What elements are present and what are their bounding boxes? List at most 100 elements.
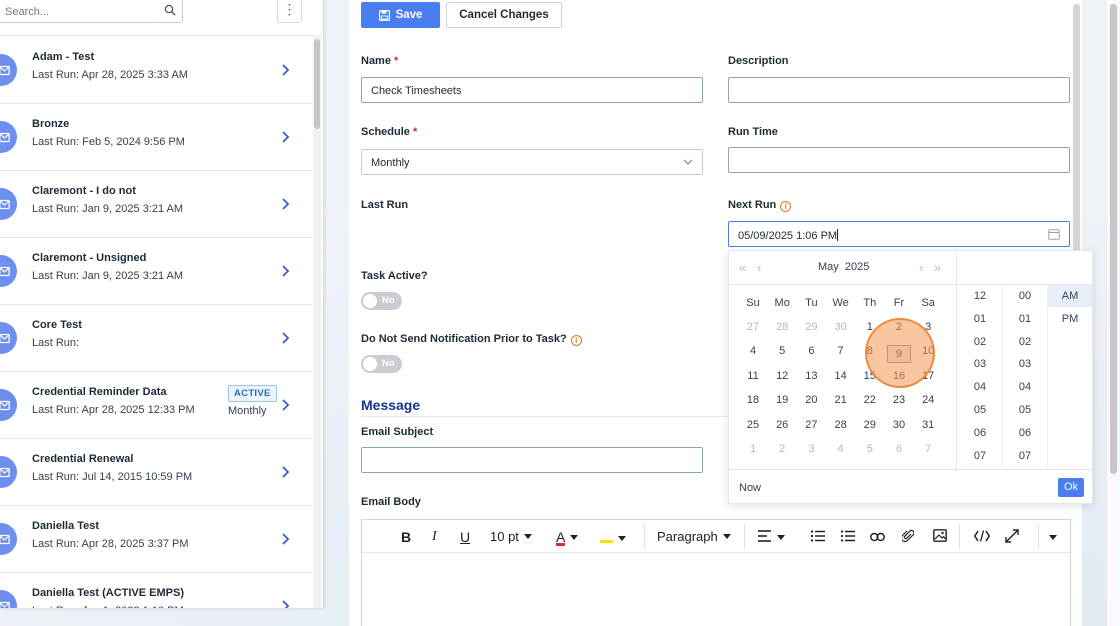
font-size-dropdown[interactable]: 10 pt [490, 529, 532, 544]
minute-option[interactable]: 03 [1003, 358, 1047, 370]
run-time-field[interactable] [728, 147, 1070, 173]
minute-option[interactable]: 00 [1003, 290, 1047, 302]
info-icon[interactable]: i [570, 335, 582, 346]
numbered-list-button[interactable] [811, 529, 825, 545]
list-item[interactable]: Daniella Test Last Run: Apr 28, 2025 3:37… [0, 506, 312, 573]
calendar-day[interactable]: 6 [799, 345, 823, 357]
list-scrollbar[interactable] [313, 37, 321, 608]
hour-option[interactable]: 05 [958, 404, 1002, 416]
search-input[interactable] [0, 0, 158, 23]
list-item[interactable]: Claremont - Unsigned Last Run: Jan 9, 202… [0, 238, 312, 305]
calendar-day[interactable]: 19 [770, 394, 794, 406]
hour-option[interactable]: 12 [958, 290, 1002, 302]
cancel-changes-button[interactable]: Cancel Changes [446, 2, 562, 28]
ampm-option[interactable]: PM [1048, 313, 1092, 325]
info-icon[interactable]: i [780, 201, 792, 212]
calendar-day[interactable]: 26 [770, 419, 794, 431]
calendar-day[interactable]: 28 [770, 321, 794, 333]
link-button[interactable] [870, 529, 885, 545]
calendar-day[interactable]: 29 [858, 419, 882, 431]
bullet-list-button[interactable] [840, 529, 855, 545]
fullscreen-button[interactable] [1005, 529, 1019, 546]
calendar-day[interactable]: 25 [741, 419, 765, 431]
highlight-color-button[interactable] [600, 529, 626, 546]
font-color-button[interactable]: A [556, 529, 579, 546]
list-item[interactable]: Claremont - I do not Last Run: Jan 9, 202… [0, 171, 312, 238]
schedule-select[interactable]: Monthly [361, 149, 703, 175]
month-year-label[interactable]: May 2025 [818, 261, 869, 273]
calendar-day[interactable]: 27 [799, 419, 823, 431]
hour-option[interactable]: 01 [958, 313, 1002, 325]
hour-option[interactable]: 02 [958, 336, 1002, 348]
calendar-day[interactable]: 21 [829, 394, 853, 406]
calendar-day[interactable]: 7 [916, 443, 940, 455]
list-item[interactable]: Daniella Test (ACTIVE EMPS) Last Run: Jun… [0, 573, 312, 608]
minute-option[interactable]: 07 [1003, 450, 1047, 462]
bold-button[interactable]: B [401, 529, 411, 545]
align-dropdown[interactable] [758, 529, 785, 545]
email-body-editor[interactable]: B I U 10 pt A Paragraph [361, 519, 1071, 626]
list-item[interactable]: Bronze Last Run: Feb 5, 2024 9:56 PM [0, 104, 312, 171]
minute-option[interactable]: 05 [1003, 404, 1047, 416]
calendar-day[interactable]: 2 [770, 443, 794, 455]
calendar-day[interactable]: 29 [799, 321, 823, 333]
hour-option[interactable]: 07 [958, 450, 1002, 462]
calendar-day[interactable]: 18 [741, 394, 765, 406]
paragraph-dropdown[interactable]: Paragraph [657, 529, 731, 544]
prev-month-icon[interactable]: ‹ [757, 260, 761, 275]
calendar-day[interactable]: 20 [799, 394, 823, 406]
next-run-field[interactable]: 05/09/2025 1:06 PM [728, 221, 1070, 247]
calendar-day[interactable]: 14 [829, 370, 853, 382]
calendar-day[interactable]: 22 [858, 394, 882, 406]
save-button[interactable]: Save [361, 2, 440, 28]
search-button[interactable] [157, 0, 183, 23]
calendar-day[interactable]: 4 [741, 345, 765, 357]
code-view-button[interactable] [973, 529, 991, 545]
next-year-icon[interactable]: » [934, 260, 941, 275]
name-field[interactable]: Check Timesheets [361, 77, 703, 103]
ampm-option[interactable]: AM [1048, 285, 1092, 307]
calendar-day[interactable]: 31 [916, 419, 940, 431]
hour-option[interactable]: 03 [958, 358, 1002, 370]
task-active-toggle[interactable]: No [361, 292, 402, 310]
calendar-day[interactable]: 30 [829, 321, 853, 333]
image-button[interactable] [933, 529, 947, 545]
description-field[interactable] [728, 77, 1070, 103]
list-item[interactable]: Core Test Last Run: [0, 305, 312, 372]
next-month-icon[interactable]: › [919, 260, 923, 275]
more-options-button[interactable]: ⋮ [277, 0, 302, 23]
page-scrollbar[interactable] [1107, 0, 1120, 626]
calendar-day[interactable]: 6 [887, 443, 911, 455]
calendar-day[interactable]: 4 [829, 443, 853, 455]
minute-option[interactable]: 06 [1003, 427, 1047, 439]
list-scrollbar-thumb[interactable] [314, 39, 320, 129]
calendar-day[interactable]: 5 [858, 443, 882, 455]
calendar-day[interactable]: 7 [829, 345, 853, 357]
italic-button[interactable]: I [432, 529, 437, 545]
attach-button[interactable] [900, 529, 915, 546]
page-scrollbar-thumb[interactable] [1110, 4, 1117, 474]
calendar-day[interactable]: 1 [741, 443, 765, 455]
email-subject-field[interactable] [361, 447, 703, 473]
calendar-day[interactable]: 13 [799, 370, 823, 382]
calendar-day[interactable]: 27 [741, 321, 765, 333]
calendar-day[interactable]: 3 [799, 443, 823, 455]
calendar-day[interactable]: 12 [770, 370, 794, 382]
now-button[interactable]: Now [739, 482, 761, 494]
calendar-day[interactable]: 24 [916, 394, 940, 406]
calendar-icon[interactable] [1048, 228, 1060, 240]
minute-option[interactable]: 04 [1003, 381, 1047, 393]
no-notify-toggle[interactable]: No [361, 355, 402, 373]
calendar-day[interactable]: 5 [770, 345, 794, 357]
more-tools-button[interactable] [1045, 529, 1057, 545]
hour-option[interactable]: 04 [958, 381, 1002, 393]
hour-option[interactable]: 06 [958, 427, 1002, 439]
minute-option[interactable]: 02 [1003, 336, 1047, 348]
underline-button[interactable]: U [460, 529, 470, 545]
list-item[interactable]: Credential Reminder Data Last Run: Apr 28… [0, 372, 312, 439]
list-item[interactable]: Adam - Test Last Run: Apr 28, 2025 3:33 A… [0, 37, 312, 104]
minute-option[interactable]: 01 [1003, 313, 1047, 325]
calendar-day[interactable]: 30 [887, 419, 911, 431]
list-item[interactable]: Credential Renewal Last Run: Jul 14, 2015… [0, 439, 312, 506]
prev-year-icon[interactable]: « [739, 260, 746, 275]
